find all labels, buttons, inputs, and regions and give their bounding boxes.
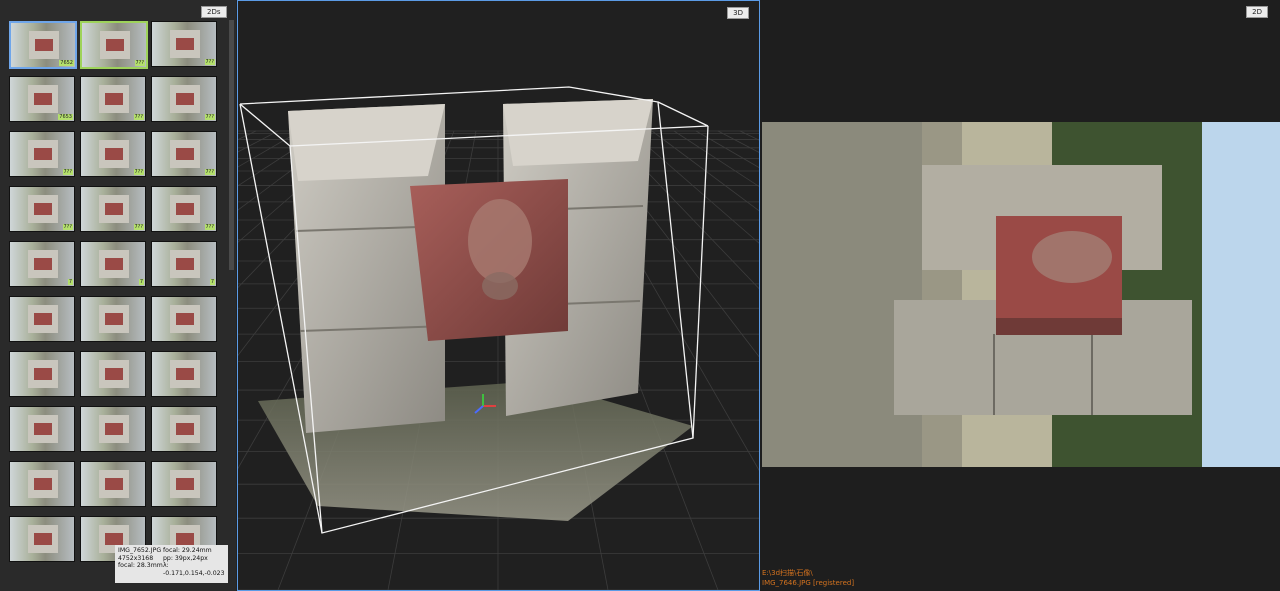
thumbnail-badge: 7??	[204, 224, 215, 230]
status-path: E:\3d扫描\石像\	[762, 569, 813, 577]
thumbnail-plaque	[176, 313, 194, 325]
3d-scene[interactable]	[238, 1, 759, 590]
thumbnail-badge: 7	[138, 279, 144, 285]
thumbnail[interactable]: 7653	[9, 76, 75, 122]
thumbnail[interactable]	[9, 516, 75, 562]
thumbnail-plaque	[176, 203, 194, 215]
source-photo	[762, 122, 1280, 467]
thumbnail-plaque	[176, 258, 194, 270]
thumbnail[interactable]: 7	[80, 241, 146, 287]
thumbnail-badge: 7??	[204, 114, 215, 120]
thumbnail-plaque	[34, 93, 52, 105]
thumbnail-plaque	[105, 148, 123, 160]
grid-line	[629, 130, 759, 244]
grid-line	[238, 130, 257, 140]
view-tag-2d[interactable]: 2D	[1246, 6, 1268, 18]
thumbnail-plaque	[34, 368, 52, 380]
view-tag-2ds[interactable]: 2Ds	[201, 6, 227, 18]
thumbnail-plaque	[105, 478, 123, 490]
thumbnail-plaque	[176, 148, 194, 160]
thumbnail-plaque	[176, 423, 194, 435]
thumbnail-scrollbar[interactable]	[229, 20, 234, 270]
grid-line	[673, 130, 759, 187]
status-bar: E:\3d扫描\石像\ IMG_7646.JPG [registered]	[762, 568, 854, 588]
thumbnail-plaque	[34, 533, 52, 545]
thumbnail-plaque	[35, 39, 53, 51]
tooltip-distortion: λ: -0.171,0.154,-0.023	[163, 562, 225, 577]
thumbnail[interactable]	[9, 296, 75, 342]
thumbnail-plaque	[176, 533, 194, 545]
tooltip-focal-calibrated: focal: 29.24mm	[163, 547, 212, 554]
view-tag-3d[interactable]: 3D	[727, 7, 749, 19]
thumbnail[interactable]: 7652	[9, 21, 77, 69]
thumbnail-badge: 7??	[204, 169, 215, 175]
thumbnail-plaque	[176, 368, 194, 380]
thumbnail[interactable]: 7??	[151, 186, 217, 232]
thumbnail-badge: 7??	[62, 224, 73, 230]
thumbnail[interactable]	[151, 406, 217, 452]
thumbnail[interactable]	[9, 461, 75, 507]
thumbnail[interactable]	[9, 351, 75, 397]
thumbnail-plaque	[176, 478, 194, 490]
thumbnail-plaque	[34, 258, 52, 270]
thumbnail[interactable]	[151, 461, 217, 507]
thumbnail[interactable]	[9, 406, 75, 452]
relief-plaque	[410, 179, 568, 341]
3d-viewport[interactable]: 3D	[237, 0, 760, 591]
thumbnail-plaque	[105, 313, 123, 325]
image-info-tooltip: IMG_7652.JPG 4752x3168 focal: 28.3mm foc…	[115, 545, 228, 583]
thumbnail-plaque	[34, 203, 52, 215]
thumbnail-badge: 7	[67, 279, 73, 285]
thumbnail-plaque	[105, 368, 123, 380]
thumbnail[interactable]: 7	[9, 241, 75, 287]
thumbnail[interactable]: 7??	[151, 131, 217, 177]
thumbnail-plaque	[34, 148, 52, 160]
thumbnail[interactable]	[80, 406, 146, 452]
thumbnail[interactable]: 7??	[151, 21, 217, 67]
thumbnail-plaque	[34, 423, 52, 435]
grid-line	[717, 130, 759, 153]
thumbnail-badge: 7??	[133, 169, 144, 175]
thumbnail-badge: 7??	[134, 60, 145, 66]
thumbnail-plaque	[105, 203, 123, 215]
thumbnail-badge: 7??	[133, 114, 144, 120]
thumbnail-plaque	[106, 39, 124, 51]
tooltip-principal-point: pp: 39px,24px	[163, 554, 208, 562]
thumbnail[interactable]	[80, 461, 146, 507]
thumbnail[interactable]: 7??	[9, 186, 75, 232]
thumbnail-plaque	[34, 478, 52, 490]
thumbnail-badge: 7??	[133, 224, 144, 230]
thumbnail-badge: 7653	[58, 114, 73, 120]
thumbnail[interactable]: 7??	[151, 76, 217, 122]
thumbnail-plaque	[105, 533, 123, 545]
thumbnail-plaque	[105, 423, 123, 435]
status-image-info: IMG_7646.JPG [registered]	[762, 579, 855, 587]
thumbnail-panel: 2Ds 7652 7?? 7?? 7653 7?? 7?? 7?? 7?? 7?? 7?? 7?? 7…	[0, 0, 236, 591]
thumbnail[interactable]: 7	[151, 241, 217, 287]
thumbnail-plaque	[176, 38, 194, 50]
thumbnail[interactable]: 7??	[80, 21, 148, 69]
grid-line	[695, 130, 759, 168]
2d-image-view[interactable]: 2D E:\3d扫描\石像\ IMG_7646.JPG [registered]	[760, 0, 1280, 591]
thumbnail[interactable]: 7??	[80, 131, 146, 177]
thumbnail-plaque	[176, 93, 194, 105]
thumbnail-plaque	[105, 93, 123, 105]
thumbnail-plaque	[34, 313, 52, 325]
thumbnail[interactable]	[80, 296, 146, 342]
thumbnail-badge: 7652	[59, 60, 74, 66]
thumbnail-plaque	[105, 258, 123, 270]
photo-plaque	[996, 216, 1122, 335]
thumbnail-badge: 7??	[204, 59, 215, 65]
thumbnail[interactable]: 7??	[80, 76, 146, 122]
thumbnail[interactable]: 7??	[9, 131, 75, 177]
thumbnail[interactable]: 7??	[80, 186, 146, 232]
thumbnail-badge: 7	[209, 279, 215, 285]
thumbnail[interactable]	[151, 351, 217, 397]
thumbnail[interactable]	[80, 351, 146, 397]
thumbnail[interactable]	[151, 296, 217, 342]
grid-line	[739, 130, 759, 141]
thumbnail-badge: 7??	[62, 169, 73, 175]
grid-line	[238, 130, 301, 168]
